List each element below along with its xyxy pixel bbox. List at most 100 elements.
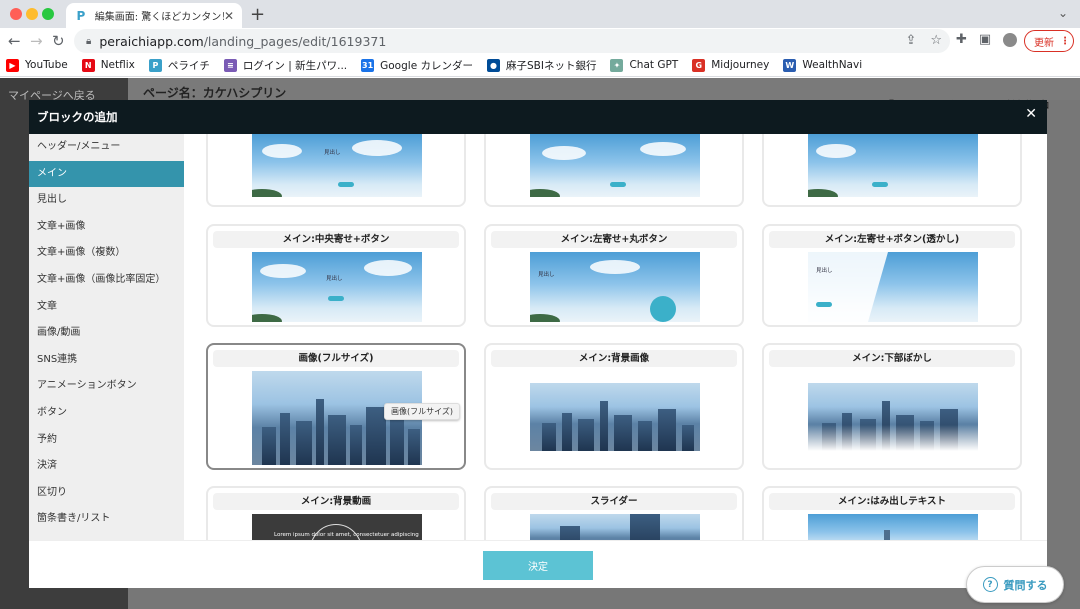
bookmark-label: Netflix (100, 59, 135, 71)
thumb-button (872, 182, 888, 187)
block-card-selected[interactable]: 画像(フルサイズ) 画像(フルサイズ) (206, 343, 466, 470)
bookmark-label: Chat GPT (629, 59, 679, 71)
calendar-icon: 31 (361, 58, 375, 72)
new-tab-icon[interactable]: + (250, 4, 265, 25)
url-host: peraichiapp.com (99, 33, 204, 49)
block-card[interactable]: スライダー (484, 486, 744, 540)
lock-icon[interactable]: 🔒︎ (86, 36, 91, 47)
tab-title: 編集画面: 驚くほどカンタン！無料 (94, 12, 224, 23)
block-card[interactable]: メイン:左寄せ+ボタン(透かし) 見出し (762, 224, 1022, 327)
window-close-button[interactable] (10, 8, 22, 20)
block-card-label: メイン:中央寄せ+ボタン (213, 231, 459, 248)
tooltip: 画像(フルサイズ) (384, 403, 461, 420)
block-card[interactable] (762, 134, 1022, 207)
peraichi-icon: P (148, 58, 162, 72)
sidepanel-icon[interactable]: ▣ (979, 32, 991, 47)
category-item[interactable]: 見出し (29, 187, 184, 214)
block-thumbnail: Lorem ipsum dolor sit amet, consectetuer… (252, 514, 422, 540)
block-card[interactable]: メイン:はみ出しテキスト (762, 486, 1022, 540)
bank-icon: ● (487, 58, 500, 72)
bookmark-label: Google カレンダー (380, 59, 473, 72)
category-item[interactable]: 区切り (29, 480, 184, 507)
help-question-button[interactable]: ? 質問する (966, 566, 1064, 603)
bookmark-item[interactable]: 31 Google カレンダー (361, 58, 473, 73)
block-card[interactable] (484, 134, 744, 207)
block-card-label: メイン:背景動画 (213, 493, 459, 510)
bookmark-label: 麻子SBIネット銀行 (506, 59, 597, 72)
tab-search-chevron-icon[interactable]: ⌄ (1058, 6, 1068, 20)
modal-header: ブロックの追加 ✕ (29, 100, 1047, 134)
window-minimize-button[interactable] (26, 8, 38, 20)
thumb-heading: 見出し (324, 150, 341, 156)
browser-tab[interactable]: P 編集画面: 驚くほどカンタン！無料 ✕ (66, 3, 242, 28)
thumb-heading: 見出し (816, 268, 833, 274)
peraichi-favicon-icon: P (76, 8, 86, 23)
block-thumbnail (530, 383, 700, 451)
modal-footer: 決定 (29, 540, 1047, 588)
tab-close-icon[interactable]: ✕ (224, 9, 234, 23)
thumb-button (816, 302, 832, 307)
thumb-fade (808, 425, 978, 451)
login-icon: ≡ (223, 58, 237, 72)
block-thumbnail: 見出し (252, 252, 422, 322)
bookmark-label: WealthNavi (802, 59, 863, 71)
profile-avatar[interactable] (1003, 32, 1018, 47)
block-card-label: メイン:背景画像 (491, 350, 737, 367)
decide-button[interactable]: 決定 (483, 551, 593, 580)
category-item[interactable]: 文章 (29, 294, 184, 321)
bookmark-item[interactable]: ▶ YouTube (6, 58, 68, 72)
thumb-heading: 見出し (538, 272, 555, 278)
help-label: 質問する (1003, 578, 1048, 592)
block-card-label: メイン:左寄せ+ボタン(透かし) (769, 231, 1015, 248)
bookmark-star-icon[interactable]: ☆ (930, 33, 942, 48)
category-item[interactable]: 画像/動画 (29, 320, 184, 347)
category-item[interactable]: SNS連携 (29, 347, 184, 374)
forward-arrow-icon[interactable]: → (30, 32, 43, 50)
youtube-icon: ▶ (6, 58, 19, 72)
category-item[interactable]: 文章+画像（画像比率固定） (29, 267, 184, 294)
back-arrow-icon[interactable]: ← (8, 32, 21, 50)
modal-close-icon[interactable]: ✕ (1025, 106, 1037, 122)
category-item[interactable]: ボタン (29, 400, 184, 427)
category-item[interactable]: ヘッダー/メニュー (29, 134, 184, 161)
thumb-button (338, 182, 354, 187)
extensions-puzzle-icon[interactable]: ✚ (956, 32, 967, 47)
category-item[interactable]: 文章+画像 (29, 214, 184, 241)
block-thumbnail (530, 514, 700, 540)
block-card-label: メイン:左寄せ+丸ボタン (491, 231, 737, 248)
browser-toolbar: ← → ↻ 🔒︎ peraichiapp.com/landing_pages/e… (0, 28, 1080, 54)
browser-tabstrip: P 編集画面: 驚くほどカンタン！無料 ✕ + ⌄ (0, 0, 1080, 28)
thumb-play-ring (310, 524, 362, 540)
share-icon[interactable]: ⇪ (905, 33, 916, 48)
category-item[interactable]: メイン (29, 160, 184, 188)
thumb-heading: 見出し (326, 276, 343, 282)
block-card[interactable]: メイン:中央寄せ+ボタン 見出し (206, 224, 466, 327)
block-card[interactable]: メイン:下部ぼかし (762, 343, 1022, 470)
update-label: 更新 (1034, 37, 1054, 49)
bookmark-item[interactable]: ● 麻子SBIネット銀行 (487, 58, 596, 73)
bookmark-item[interactable]: N Netflix (81, 58, 135, 72)
wealthnavi-icon: W (783, 58, 797, 72)
url-path: /landing_pages/edit/1619371 (203, 33, 387, 49)
category-item[interactable]: アニメーションボタン (29, 373, 184, 400)
category-item[interactable]: 箇条書き/リスト (29, 506, 184, 533)
bookmark-item[interactable]: P ペライチ (148, 58, 210, 73)
block-card[interactable]: メイン:背景動画 Lorem ipsum dolor sit amet, con… (206, 486, 466, 540)
bookmark-item[interactable]: ≡ ログイン | 新生パワ... (223, 58, 347, 73)
reload-icon[interactable]: ↻ (52, 32, 65, 50)
bookmarks-bar: ▶ YouTube N Netflix P ペライチ ≡ ログイン | 新生パワ... 31 Go… (0, 54, 1080, 77)
block-card[interactable]: メイン:左寄せ+丸ボタン 見出し (484, 224, 744, 327)
midjourney-icon: G (692, 58, 706, 72)
block-thumbnail (530, 134, 700, 197)
update-button[interactable]: 更新 ⋮ (1024, 30, 1074, 52)
block-card[interactable]: メイン:背景画像 (484, 343, 744, 470)
bookmark-item[interactable]: ✦ Chat GPT (610, 58, 679, 72)
category-item[interactable]: 予約 (29, 427, 184, 454)
bookmark-item[interactable]: W WealthNavi (783, 58, 863, 72)
bookmark-item[interactable]: G Midjourney (692, 58, 769, 72)
block-card[interactable]: 見出し (206, 134, 466, 207)
category-item[interactable]: 文章+画像（複数） (29, 240, 184, 267)
window-zoom-button[interactable] (42, 8, 54, 20)
category-item[interactable]: 決済 (29, 453, 184, 480)
address-bar[interactable]: 🔒︎ peraichiapp.com/landing_pages/edit/16… (74, 29, 950, 53)
